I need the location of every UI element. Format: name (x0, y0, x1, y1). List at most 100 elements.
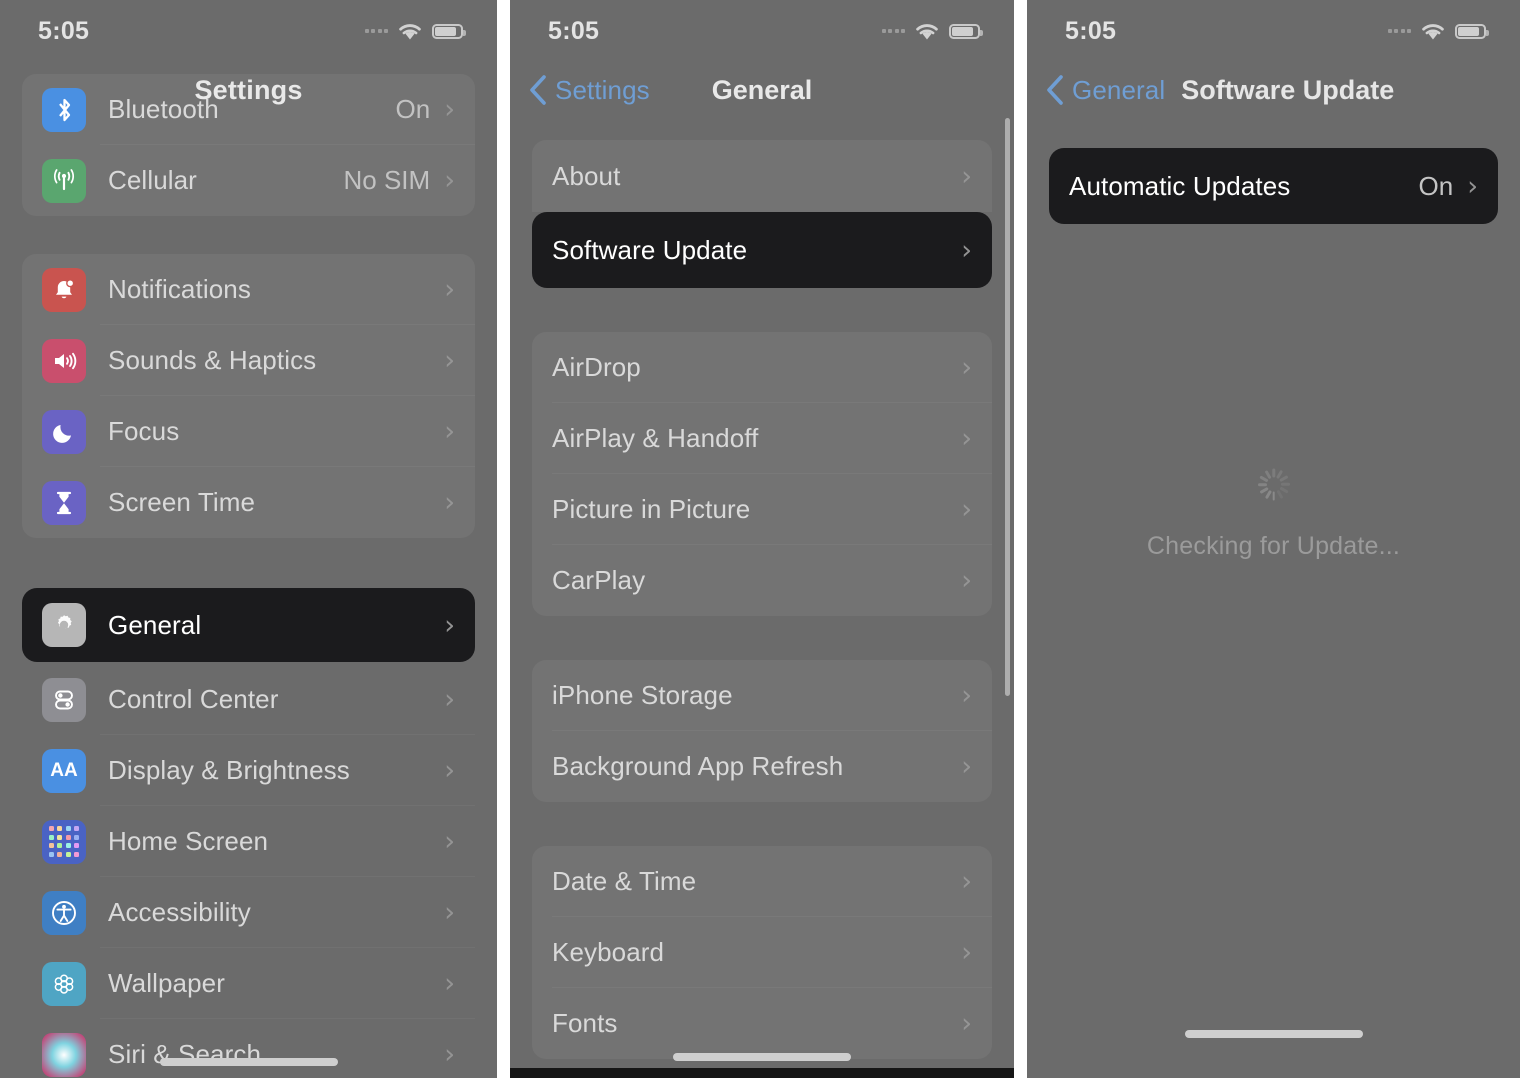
settings-row-sounds-haptics[interactable]: Sounds & Haptics › (22, 325, 475, 396)
status-time: 5:05 (548, 16, 600, 45)
status-indicators (364, 22, 466, 41)
home-grid-dots (48, 826, 80, 857)
battery-icon (432, 23, 466, 39)
settings-row-label: Notifications (108, 274, 251, 304)
settings-group-alerts: Notifications › Sounds & Haptics › Focus… (22, 254, 475, 538)
chevron-right-icon: › (961, 751, 972, 782)
general-row-label: Fonts (552, 1008, 618, 1038)
general-row-iphone-storage[interactable]: iPhone Storage › (532, 660, 992, 731)
general-row-background-app-refresh[interactable]: Background App Refresh › (532, 731, 992, 802)
panel-gap-2 (1014, 0, 1027, 1078)
chevron-right-icon: › (444, 684, 455, 715)
general-row-airplay-handoff[interactable]: AirPlay & Handoff › (532, 403, 992, 474)
settings-row-label: Screen Time (108, 487, 256, 517)
chevron-right-icon: › (961, 565, 972, 596)
wifi-icon (914, 22, 940, 41)
general-list[interactable]: About › Software Update › AirDrop › AirP… (510, 140, 1014, 1059)
loading-spinner-icon (1257, 468, 1291, 506)
settings-row-label: Focus (108, 416, 180, 446)
settings-row-home-screen[interactable]: Home Screen › (22, 806, 475, 877)
status-bar: 5:05 (0, 0, 497, 62)
chevron-left-icon (528, 74, 547, 106)
scroll-indicator[interactable] (1005, 118, 1010, 696)
general-group-3: iPhone Storage › Background App Refresh … (532, 660, 992, 802)
settings-row-wallpaper[interactable]: Wallpaper › (22, 948, 475, 1019)
sliders-icon (42, 677, 86, 722)
settings-row-cellular[interactable]: Cellular No SIM › (22, 145, 475, 216)
settings-list[interactable]: Bluetooth On › Cellular No SIM › Notific… (0, 74, 497, 1078)
chevron-right-icon: › (961, 680, 972, 711)
update-navbar: General Software Update (1027, 62, 1520, 118)
hourglass-icon (42, 480, 86, 525)
settings-row-focus[interactable]: Focus › (22, 396, 475, 467)
chevron-right-icon: › (444, 826, 455, 857)
general-row-picture-in-picture[interactable]: Picture in Picture › (532, 474, 992, 545)
moon-icon (42, 409, 86, 454)
panel-settings: 5:05 Settings Bluetooth On › Cellular No… (0, 0, 497, 1078)
general-group-1: About › Software Update › (532, 140, 992, 288)
battery-icon (949, 23, 983, 39)
signal-dots-icon (1387, 29, 1411, 33)
general-row-fonts[interactable]: Fonts › (532, 988, 992, 1059)
checking-status-text: Checking for Update... (1146, 532, 1401, 560)
chevron-right-icon: › (961, 937, 972, 968)
three-panel-screenshot: 5:05 Settings Bluetooth On › Cellular No… (0, 0, 1524, 1078)
chevron-right-icon: › (444, 274, 455, 305)
accessibility-icon (42, 890, 86, 935)
settings-row-value: No SIM (343, 165, 431, 195)
page-title: Settings (194, 74, 303, 105)
chevron-right-icon: › (961, 423, 972, 454)
general-navbar: Settings General (510, 62, 1014, 118)
settings-row-accessibility[interactable]: Accessibility › (22, 877, 475, 948)
settings-row-label: Home Screen (108, 826, 269, 856)
back-button[interactable]: General (1045, 74, 1165, 106)
signal-dots-icon (364, 29, 388, 33)
panel-gap-1 (497, 0, 510, 1078)
general-group-4: Date & Time › Keyboard › Fonts › (532, 846, 992, 1059)
siri-icon (42, 1032, 86, 1077)
status-bar: 5:05 (510, 0, 1014, 62)
chevron-right-icon: › (444, 416, 455, 447)
update-list[interactable]: Automatic Updates On › (1027, 148, 1520, 224)
speaker-icon (42, 338, 86, 383)
chevron-right-icon: › (444, 755, 455, 786)
general-row-keyboard[interactable]: Keyboard › (532, 917, 992, 988)
update-row-automatic-updates[interactable]: Automatic Updates On › (1049, 148, 1498, 224)
settings-row-notifications[interactable]: Notifications › (22, 254, 475, 325)
back-button[interactable]: Settings (528, 74, 650, 106)
settings-row-label: Sounds & Haptics (108, 345, 317, 375)
back-label: Settings (555, 74, 650, 105)
general-row-label: Background App Refresh (552, 751, 844, 781)
update-row-value: On (1418, 170, 1454, 201)
general-row-software-update[interactable]: Software Update › (532, 212, 992, 288)
general-row-about[interactable]: About › (532, 140, 992, 212)
general-row-airdrop[interactable]: AirDrop › (532, 332, 992, 403)
gear-icon (42, 603, 86, 647)
settings-row-display-brightness[interactable]: AA Display & Brightness › (22, 735, 475, 806)
chevron-right-icon: › (444, 345, 455, 376)
general-row-label: About (552, 160, 621, 191)
settings-group-system: Control Center › AA Display & Brightness… (22, 662, 475, 1078)
chevron-left-icon (1045, 74, 1064, 106)
settings-row-siri-search[interactable]: Siri & Search › (22, 1019, 475, 1078)
settings-row-control-center[interactable]: Control Center › (22, 664, 475, 735)
chevron-right-icon: › (444, 487, 455, 518)
settings-row-label: Accessibility (108, 897, 251, 927)
status-indicators (881, 22, 983, 41)
settings-row-label: Wallpaper (108, 968, 225, 998)
general-row-label: AirPlay & Handoff (552, 423, 759, 453)
general-row-label: iPhone Storage (552, 680, 733, 710)
general-row-carplay[interactable]: CarPlay › (532, 545, 992, 616)
panel-software-update: 5:05 General Software Update Automatic U… (1027, 0, 1520, 1078)
general-row-date-time[interactable]: Date & Time › (532, 846, 992, 917)
home-grid-icon (42, 819, 86, 864)
general-row-label: Date & Time (552, 866, 697, 896)
home-indicator (1184, 1030, 1363, 1038)
settings-row-screen-time[interactable]: Screen Time › (22, 467, 475, 538)
general-row-label: AirDrop (552, 352, 641, 382)
general-group-2: AirDrop › AirPlay & Handoff › Picture in… (532, 332, 992, 616)
chevron-right-icon: › (444, 1039, 455, 1070)
chevron-right-icon: › (444, 165, 455, 196)
general-group-1-top: About › (532, 140, 992, 212)
settings-row-general[interactable]: General › (22, 588, 475, 662)
